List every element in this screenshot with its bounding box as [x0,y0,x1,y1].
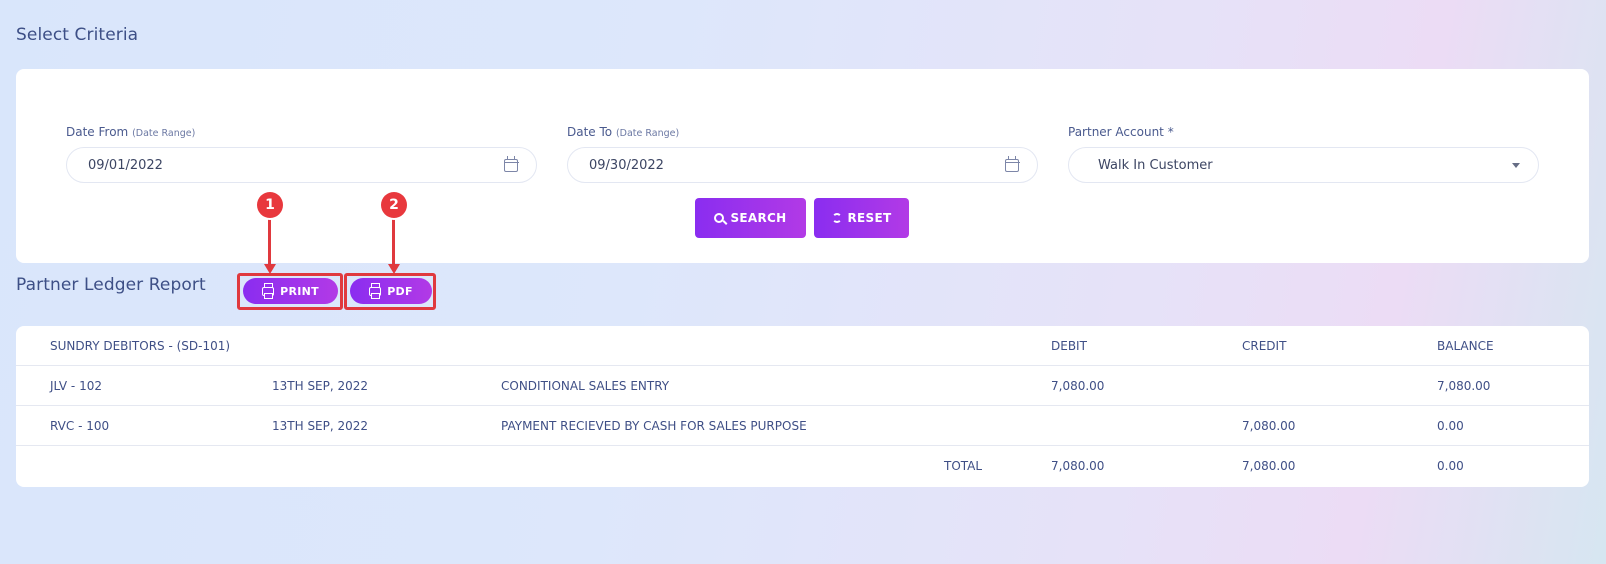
table-row: JLV - 102 13TH SEP, 2022 CONDITIONAL SAL… [16,366,1589,406]
partner-account-label: Partner Account * [1068,125,1174,139]
annotation-highlight-print [237,273,343,310]
date-from-label: Date From (Date Range) [66,125,195,139]
refresh-icon [831,213,842,223]
reset-button-label: RESET [847,211,892,225]
partner-account-value: Walk In Customer [1098,157,1213,173]
total-label: TOTAL [944,459,983,473]
row-credit: 7,080.00 [1242,419,1296,433]
partner-account-select[interactable]: Walk In Customer [1068,147,1539,183]
ledger-table: SUNDRY DEBITORS - (SD-101) DEBIT CREDIT … [16,326,1589,487]
date-to-label: Date To (Date Range) [567,125,679,139]
report-title: Partner Ledger Report [16,275,206,295]
table-row: RVC - 100 13TH SEP, 2022 PAYMENT RECIEVE… [16,406,1589,446]
reset-button[interactable]: RESET [814,198,909,238]
date-to-input[interactable]: 09/30/2022 [567,147,1038,183]
credit-header: CREDIT [1242,339,1287,353]
table-total-row: TOTAL 7,080.00 7,080.00 0.00 [16,446,1589,486]
row-ref: JLV - 102 [50,379,102,393]
row-balance: 7,080.00 [1437,379,1491,393]
annotation-arrowhead-1 [263,264,276,274]
annotation-badge-1: 1 [257,192,283,218]
row-debit: 7,080.00 [1051,379,1105,393]
row-description: CONDITIONAL SALES ENTRY [501,379,670,393]
chevron-down-icon [1512,162,1520,168]
search-button[interactable]: SEARCH [695,198,806,238]
table-header-row: SUNDRY DEBITORS - (SD-101) DEBIT CREDIT … [16,326,1589,366]
row-date: 13TH SEP, 2022 [272,419,369,433]
row-ref: RVC - 100 [50,419,110,433]
date-from-label-text: Date From [66,125,129,139]
date-from-value: 09/01/2022 [88,157,163,173]
date-to-value: 09/30/2022 [589,157,664,173]
account-header: SUNDRY DEBITORS - (SD-101) [50,339,231,353]
annotation-badge-2: 2 [381,192,407,218]
search-icon [714,213,725,223]
search-button-label: SEARCH [730,211,787,225]
date-to-hint: (Date Range) [615,128,680,139]
annotation-arrow-1 [268,217,271,265]
date-from-input[interactable]: 09/01/2022 [66,147,537,183]
date-to-label-text: Date To [567,125,613,139]
debit-header: DEBIT [1051,339,1087,353]
annotation-arrow-2 [392,217,395,265]
total-debit: 7,080.00 [1051,459,1105,473]
calendar-icon[interactable] [503,155,519,172]
row-description: PAYMENT RECIEVED BY CASH FOR SALES PURPO… [501,419,807,433]
date-from-hint: (Date Range) [132,128,196,139]
total-balance: 0.00 [1437,459,1464,473]
row-date: 13TH SEP, 2022 [272,379,369,393]
annotation-highlight-pdf [344,273,436,310]
balance-header: BALANCE [1437,339,1494,353]
annotation-arrowhead-2 [387,264,400,274]
total-credit: 7,080.00 [1242,459,1296,473]
calendar-icon[interactable] [1004,155,1020,172]
select-criteria-title: Select Criteria [16,25,139,45]
row-balance: 0.00 [1437,419,1464,433]
